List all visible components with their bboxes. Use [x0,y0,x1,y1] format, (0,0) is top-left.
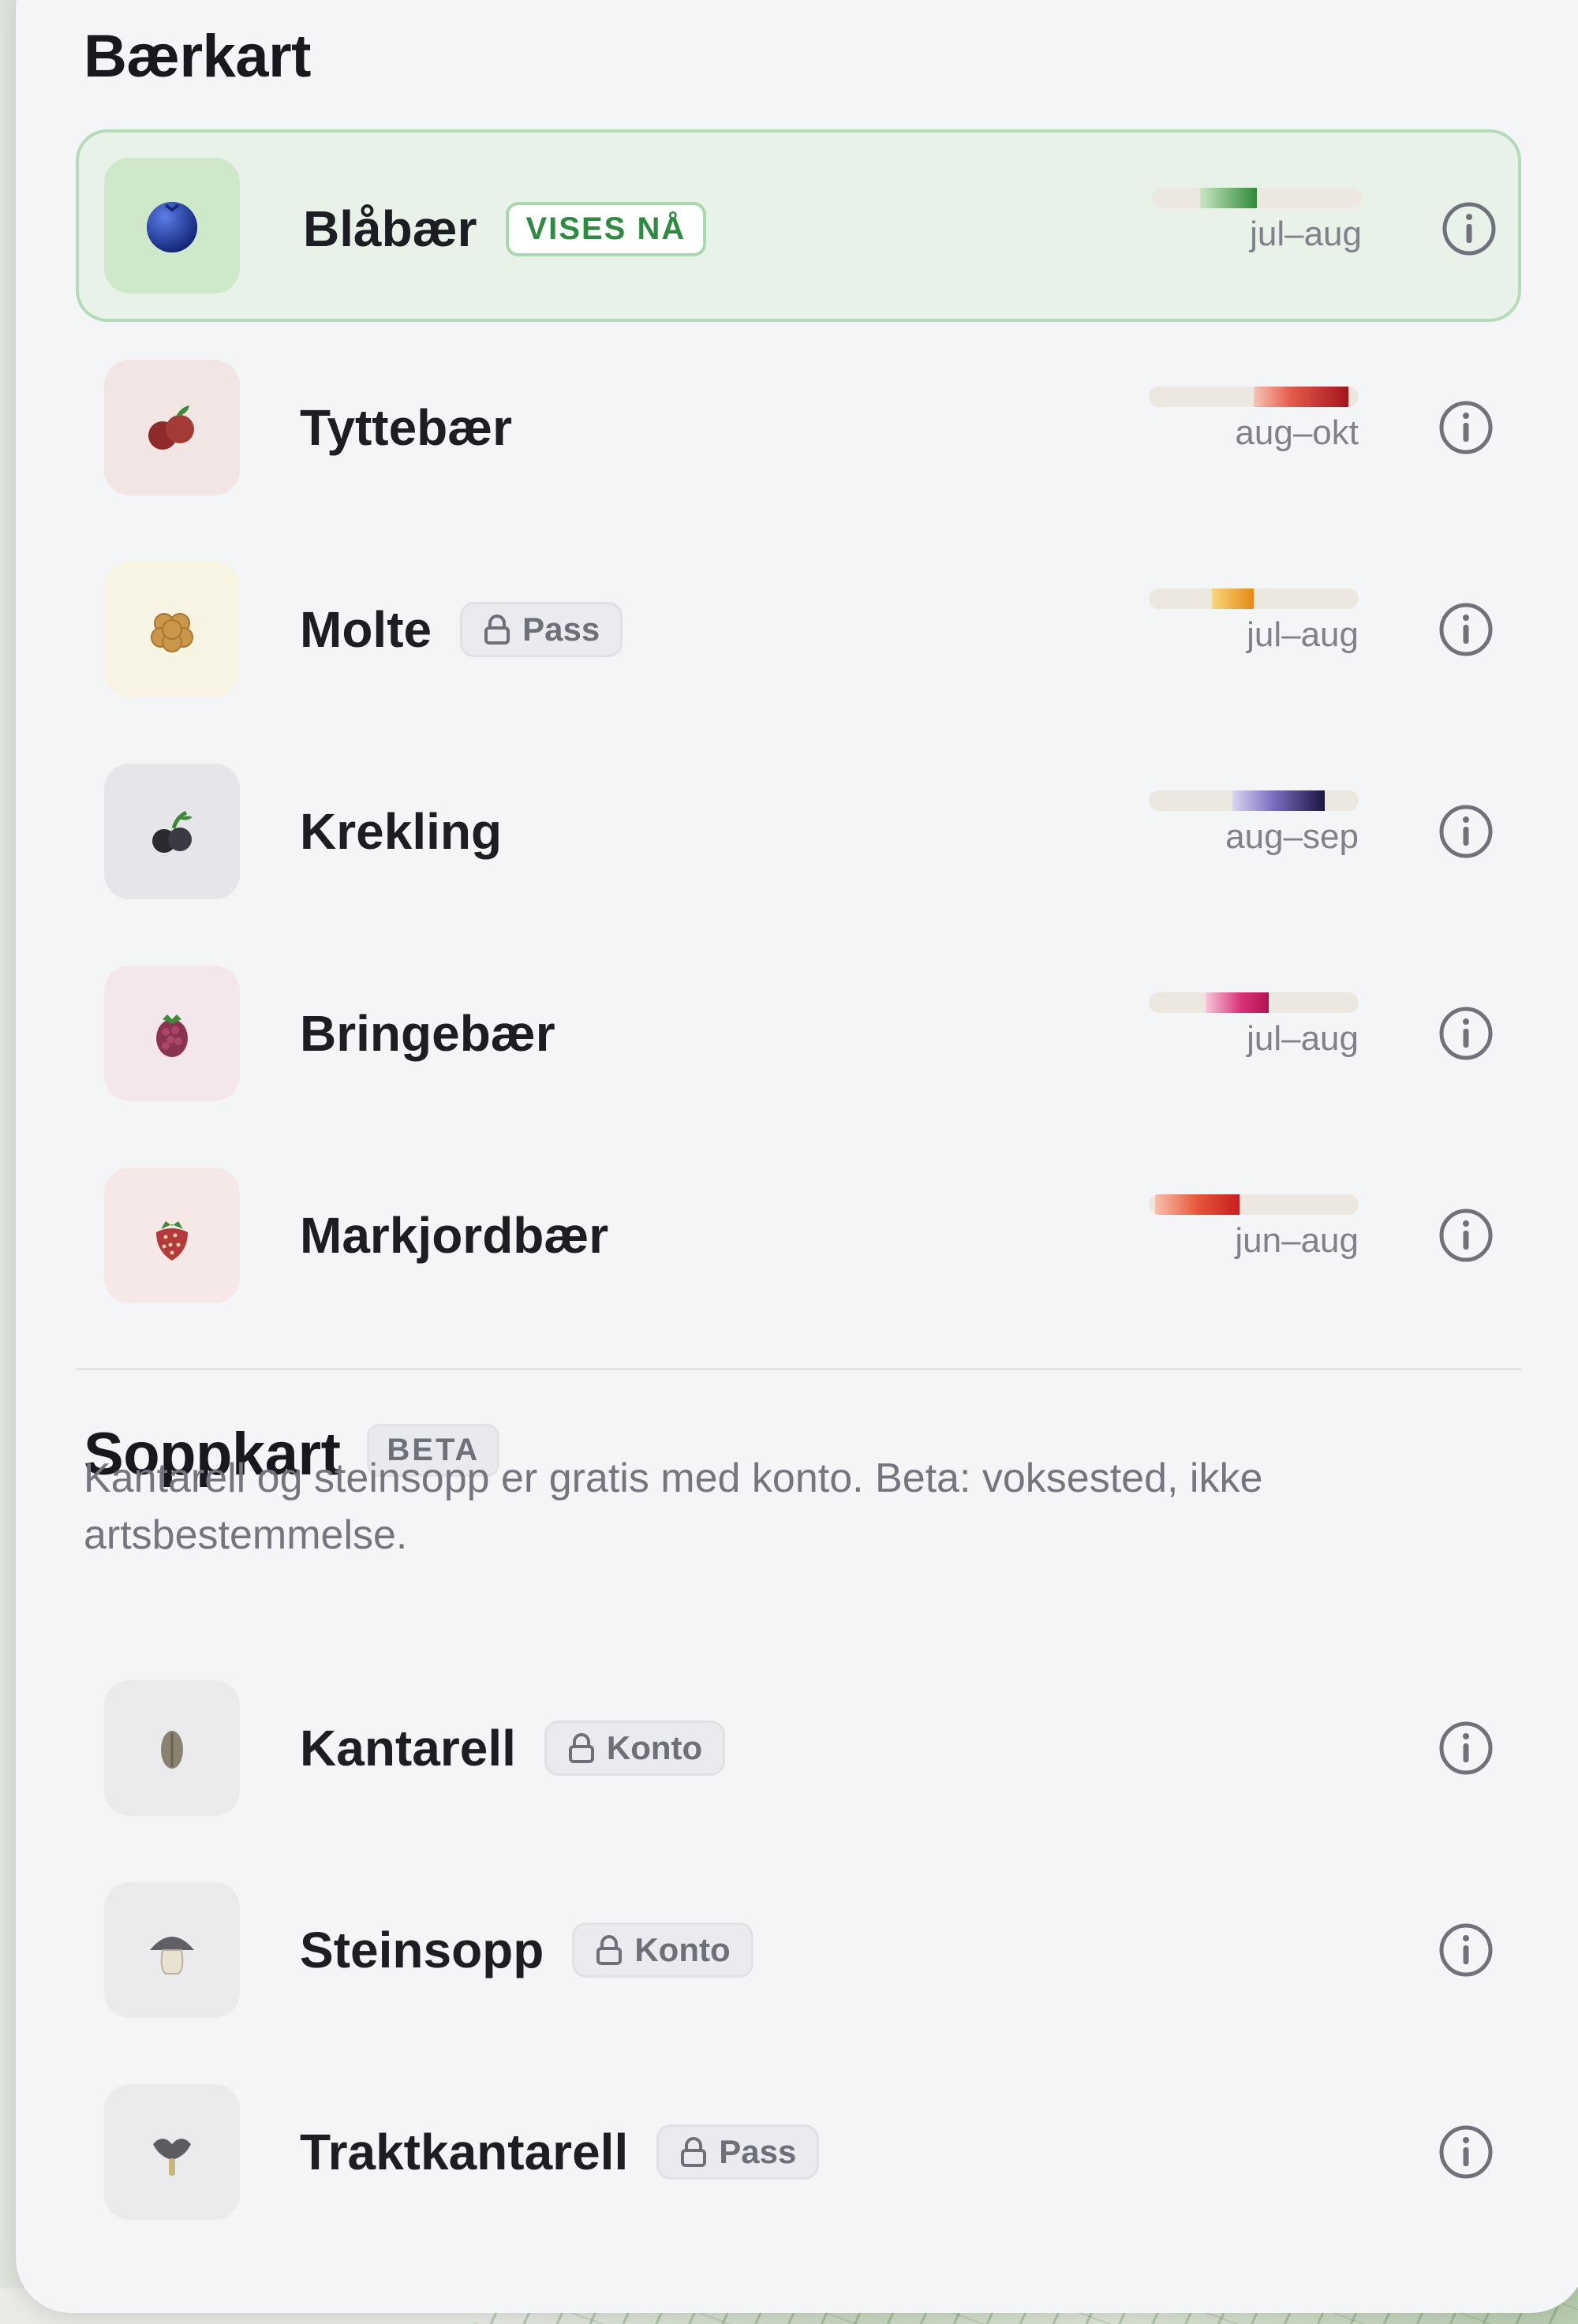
berries-section-title: Bærkart [84,23,311,90]
cloudberry-icon [104,562,240,697]
mushroom-name: Steinsopp [300,1922,544,1978]
berry-row-molte[interactable]: Molte Pass jul–aug [76,533,1521,726]
info-icon[interactable] [1436,801,1496,861]
season-indicator: jul–aug [1152,188,1362,254]
berry-row-tyttebaer[interactable]: Tyttebær aug–okt [76,331,1521,524]
showing-now-badge: VISES NÅ [505,201,707,256]
locked-badge: Konto [544,1721,726,1776]
info-icon[interactable] [1436,398,1496,458]
mushrooms-description: Kantarell og steinsopp er gratis med kon… [84,1455,1263,1558]
info-icon[interactable] [1436,2122,1496,2182]
mushroom-name: Traktkantarell [300,2124,629,2180]
berry-name: Markjordbær [300,1207,609,1264]
mushroom-name: Kantarell [300,1720,516,1777]
info-icon[interactable] [1436,1920,1496,1980]
info-icon[interactable] [1436,1205,1496,1265]
season-bar [1149,387,1359,407]
berry-row-krekling[interactable]: Krekling aug–sep [76,735,1521,928]
lock-icon [681,2137,707,2167]
season-label: aug–okt [1235,413,1359,452]
lock-icon [596,1935,623,1965]
info-icon[interactable] [1436,600,1496,659]
info-icon[interactable] [1439,199,1499,259]
season-indicator: aug–okt [1149,387,1359,453]
season-label: jul–aug [1247,615,1359,654]
season-label: jul–aug [1247,1019,1359,1058]
berry-name: Krekling [300,803,503,860]
season-indicator: aug–sep [1149,790,1359,857]
lock-icon [568,1733,594,1763]
season-label: jul–aug [1250,215,1362,253]
crowberry-icon [104,764,240,899]
layer-panel: Bærkart Blåbær VISES NÅ jul–aug Tyttebær… [16,0,1578,2313]
berry-row-blabaer[interactable]: Blåbær VISES NÅ jul–aug [76,129,1521,322]
season-indicator: jun–aug [1149,1194,1359,1261]
funnel-chanterelle-icon [104,2084,240,2220]
info-icon[interactable] [1436,1718,1496,1778]
mushroom-row-kantarell[interactable]: Kantarell Konto [76,1652,1521,1844]
lingonberry-icon [104,360,240,495]
season-indicator: jul–aug [1149,992,1359,1059]
berry-row-markjordbaer[interactable]: Markjordbær jun–aug [76,1139,1521,1332]
season-bar [1149,588,1359,609]
berry-name: Blåbær [303,200,477,257]
lock-label: Konto [634,1931,731,1968]
section-divider [76,1368,1521,1370]
mushroom-row-steinsopp[interactable]: Steinsopp Konto [76,1854,1521,2046]
berry-name: Molte [300,601,432,658]
season-label: jun–aug [1235,1221,1359,1260]
berry-row-bringebaer[interactable]: Bringebær jul–aug [76,937,1521,1130]
lock-icon [484,615,510,645]
season-indicator: jul–aug [1149,588,1359,655]
locked-badge: Konto [572,1922,753,1978]
lock-label: Konto [606,1729,703,1766]
berry-name: Tyttebær [300,399,513,456]
season-bar [1152,188,1362,208]
chanterelle-icon [104,1680,240,1816]
berry-name: Bringebær [300,1005,555,1062]
season-label: aug–sep [1225,817,1359,856]
locked-badge: Pass [656,2124,820,2180]
season-bar [1149,790,1359,811]
lock-label: Pass [719,2133,797,2170]
lock-label: Pass [522,611,600,648]
raspberry-icon [104,966,240,1101]
info-icon[interactable] [1436,1003,1496,1063]
wild-strawberry-icon [104,1168,240,1303]
mushroom-row-traktkantarell[interactable]: Traktkantarell Pass [76,2056,1521,2248]
season-bar [1149,992,1359,1013]
blueberry-icon [104,158,240,293]
porcini-icon [104,1882,240,2018]
season-bar [1149,1194,1359,1215]
locked-badge: Pass [460,602,623,657]
